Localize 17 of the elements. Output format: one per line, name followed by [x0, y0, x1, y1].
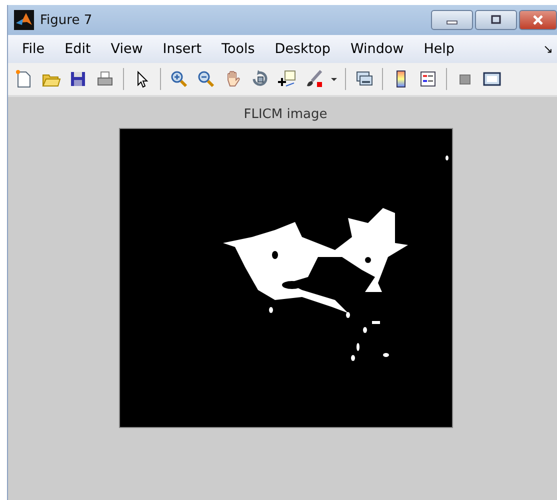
menu-item[interactable]: Tools: [222, 41, 255, 57]
menu-item[interactable]: View: [110, 41, 143, 57]
menu-item[interactable]: Insert: [162, 41, 202, 57]
menu-item[interactable]: File: [22, 41, 45, 57]
maximize-icon: [489, 15, 503, 25]
menu-item[interactable]: Window: [350, 41, 404, 57]
close-icon: [531, 15, 545, 25]
menu-overflow-arrow[interactable]: ↘: [542, 42, 553, 56]
app-logo-icon: [14, 10, 34, 30]
menu-item[interactable]: Desktop: [274, 41, 330, 57]
menu-item[interactable]: Help: [424, 41, 454, 57]
close-button[interactable]: [519, 10, 557, 30]
maximize-button[interactable]: [475, 10, 517, 30]
axes-title: FLICM image: [244, 107, 328, 122]
menu-item[interactable]: Edit: [64, 41, 91, 57]
minimize-button[interactable]: [431, 10, 473, 30]
window-title: Figure 7: [40, 12, 92, 28]
